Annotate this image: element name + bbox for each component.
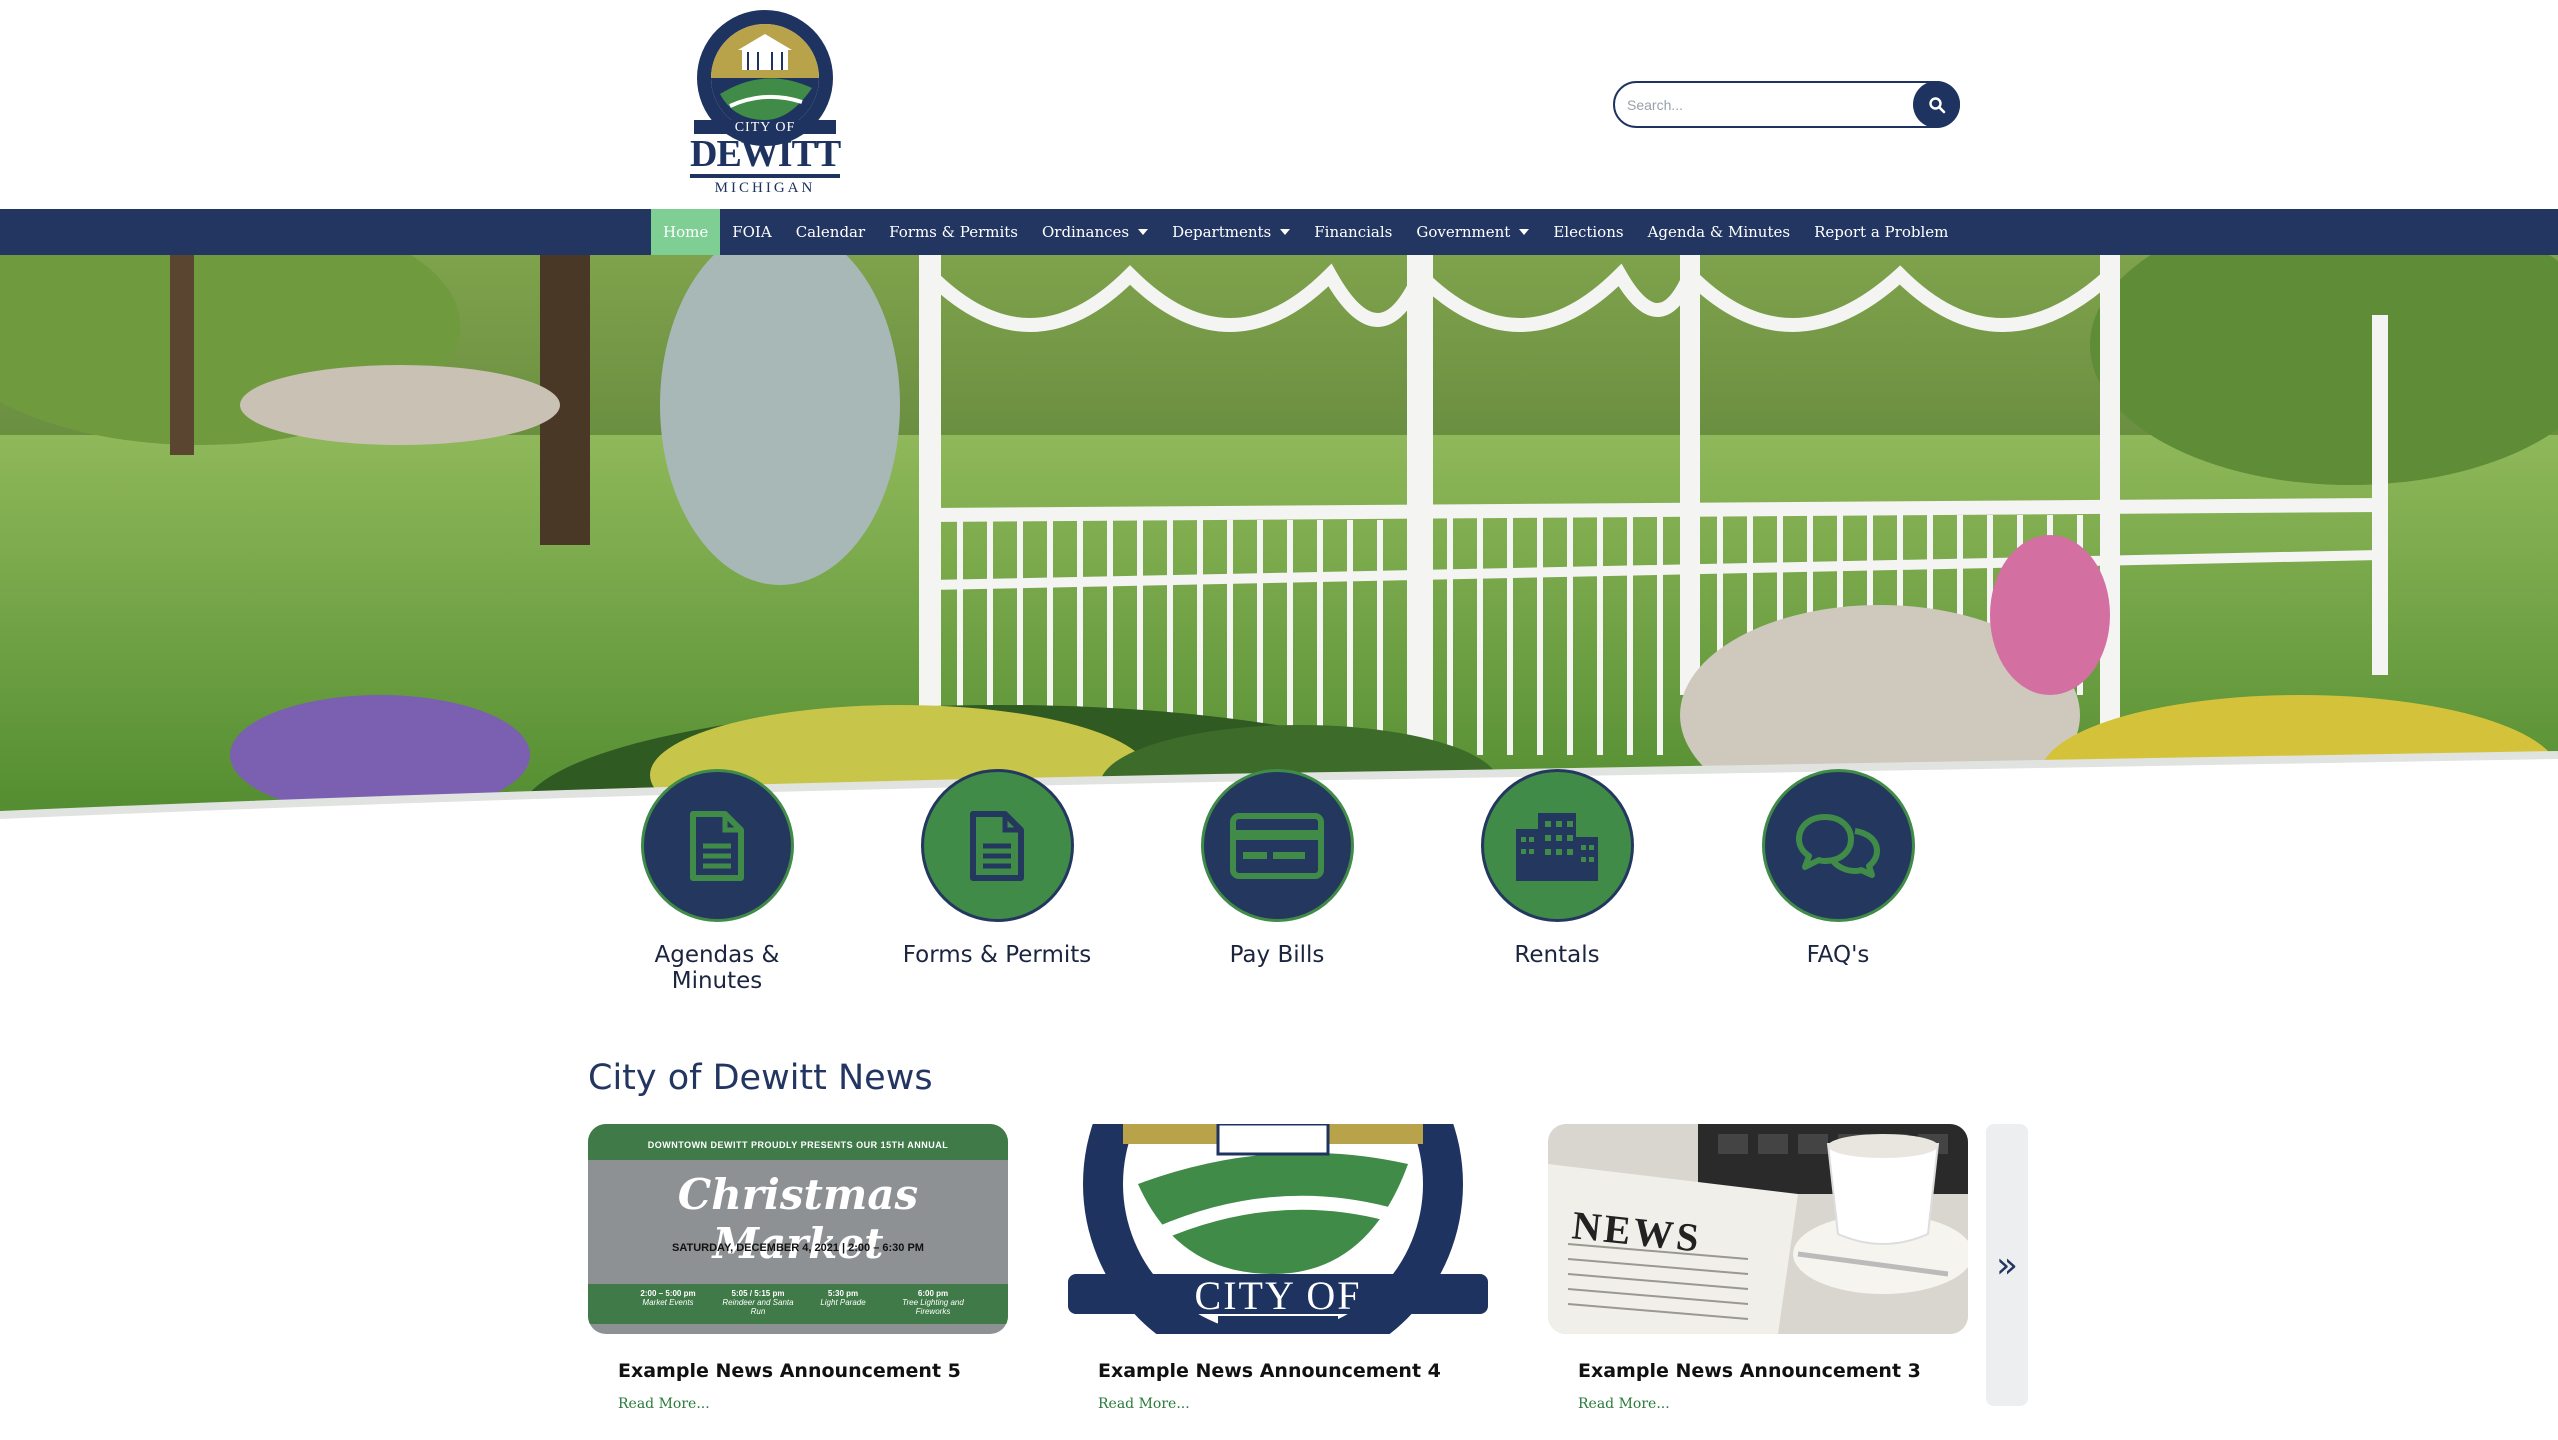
main-nav: Home FOIA Calendar Forms & Permits Ordin… [0, 209, 2558, 255]
card-image-text: CITY OF [1194, 1273, 1362, 1318]
caret-down-icon [1280, 229, 1291, 235]
nav-calendar[interactable]: Calendar [784, 209, 877, 255]
schedule-item: 5:05 / 5:15 pm Reindeer and Santa Run [718, 1289, 798, 1316]
nav-report-problem[interactable]: Report a Problem [1802, 209, 1960, 255]
news-card-image[interactable]: DOWNTOWN DEWITT PROUDLY PRESENTS OUR 15T… [588, 1124, 1008, 1334]
quick-link-circle[interactable] [1480, 769, 1634, 922]
read-more-link[interactable]: Read More... [1098, 1396, 1488, 1412]
quick-link-pay-bills[interactable]: Pay Bills [1172, 769, 1382, 968]
schedule-event: Reindeer and Santa Run [722, 1298, 794, 1316]
news-card-image[interactable]: CITY OF [1068, 1124, 1488, 1334]
search-icon [1928, 96, 1945, 113]
search-input[interactable] [1627, 93, 1907, 117]
schedule-time: 2:00 – 5:00 pm [640, 1289, 696, 1298]
nav-label: Calendar [795, 223, 866, 241]
search-box [1613, 81, 1960, 128]
quick-link-circle[interactable] [1761, 769, 1915, 922]
quick-link-circle[interactable] [640, 769, 794, 922]
quick-link-rentals[interactable]: Rentals [1452, 769, 1662, 968]
schedule-time: 6:00 pm [917, 1289, 949, 1298]
poster-top-text: DOWNTOWN DEWITT PROUDLY PRESENTS OUR 15T… [647, 1140, 949, 1150]
nav-ordinances[interactable]: Ordinances [1030, 209, 1160, 255]
nav-departments[interactable]: Departments [1160, 209, 1302, 255]
nav-label: Home [663, 223, 709, 241]
quick-link-label: Forms & Permits [902, 942, 1092, 968]
schedule-event: Light Parade [820, 1298, 866, 1307]
read-more-link[interactable]: Read More... [1578, 1396, 1968, 1412]
quick-link-circle[interactable] [920, 769, 1074, 922]
site-header: CITY OF DEWITT MICHIGAN [0, 0, 2558, 209]
quick-link-label: Rentals [1514, 942, 1600, 968]
credit-card-icon [1230, 812, 1324, 879]
schedule-item: 5:30 pm Light Parade [808, 1289, 878, 1316]
document-icon [970, 810, 1024, 881]
quick-link-circle[interactable] [1200, 769, 1354, 922]
quick-link-label: Pay Bills [1229, 942, 1325, 968]
schedule-event: Tree Lighting and Fireworks [902, 1298, 964, 1316]
quick-link-faqs[interactable]: FAQ's [1733, 769, 1943, 968]
schedule-time: 5:05 / 5:15 pm [731, 1289, 785, 1298]
news-card-title[interactable]: Example News Announcement 3 [1578, 1360, 1968, 1382]
schedule-item: 2:00 – 5:00 pm Market Events [628, 1289, 708, 1316]
caret-down-icon [1519, 229, 1530, 235]
quick-link-agendas[interactable]: Agendas & Minutes [612, 769, 822, 994]
quick-link-label: Agendas & Minutes [654, 942, 780, 994]
nav-foia[interactable]: FOIA [720, 209, 783, 255]
news-card[interactable]: DOWNTOWN DEWITT PROUDLY PRESENTS OUR 15T… [588, 1124, 1008, 1412]
news-card[interactable]: CITY OF Example News Announcement 4 Read… [1068, 1124, 1488, 1412]
nav-forms-permits[interactable]: Forms & Permits [877, 209, 1030, 255]
read-more-link[interactable]: Read More... [618, 1396, 1008, 1412]
news-card-image[interactable]: NEWS [1548, 1124, 1968, 1334]
nav-elections[interactable]: Elections [1541, 209, 1635, 255]
nav-label: Forms & Permits [889, 223, 1018, 241]
quick-link-forms[interactable]: Forms & Permits [892, 769, 1102, 968]
city-logo[interactable]: CITY OF DEWITT MICHIGAN [690, 8, 841, 204]
nav-label: Elections [1553, 223, 1624, 241]
building-icon [1516, 812, 1598, 881]
nav-label: Departments [1172, 223, 1272, 241]
nav-agenda-minutes[interactable]: Agenda & Minutes [1636, 209, 1803, 255]
document-icon [690, 810, 744, 881]
gazebo-garden-image [0, 255, 2558, 840]
nav-label: Report a Problem [1814, 223, 1949, 241]
news-heading: City of Dewitt News [588, 1058, 933, 1098]
schedule-event: Market Events [642, 1298, 694, 1307]
nav-home[interactable]: Home [651, 209, 721, 255]
nav-label: Government [1416, 223, 1511, 241]
double-chevron-right-icon: » [1995, 1244, 2019, 1286]
nav-label: Ordinances [1041, 223, 1130, 241]
poster-schedule: 2:00 – 5:00 pm Market Events 5:05 / 5:15 … [628, 1289, 978, 1316]
nav-label: Financials [1314, 223, 1393, 241]
search-button[interactable] [1913, 81, 1960, 128]
poster-date: SATURDAY, DECEMBER 4, 2021 | 2:00 – 6:30… [672, 1242, 924, 1254]
logo-state: MICHIGAN [714, 180, 816, 196]
schedule-item: 6:00 pm Tree Lighting and Fireworks [888, 1289, 978, 1316]
hero-image [0, 255, 2558, 840]
chat-bubbles-icon [1796, 813, 1880, 878]
caret-down-icon [1138, 229, 1149, 235]
nav-label: Agenda & Minutes [1647, 223, 1791, 241]
nav-financials[interactable]: Financials [1302, 209, 1404, 255]
carousel-next-button[interactable]: » [1986, 1124, 2028, 1406]
nav-government[interactable]: Government [1404, 209, 1541, 255]
logo-name: DEWITT [690, 133, 841, 175]
schedule-time: 5:30 pm [827, 1289, 859, 1298]
news-card-title[interactable]: Example News Announcement 5 [618, 1360, 1008, 1382]
news-card-title[interactable]: Example News Announcement 4 [1098, 1360, 1488, 1382]
quick-link-label: FAQ's [1806, 942, 1870, 968]
news-card[interactable]: NEWS Example News Announcement 3 Read Mo… [1548, 1124, 1968, 1412]
nav-label: FOIA [732, 223, 772, 241]
